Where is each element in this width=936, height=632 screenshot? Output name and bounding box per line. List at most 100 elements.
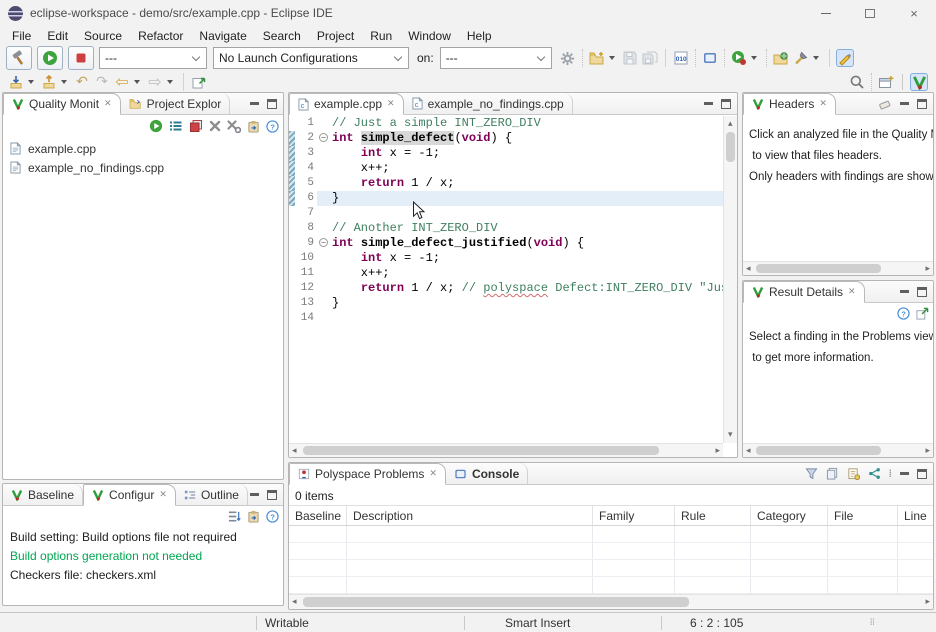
next-annotation-button[interactable] [7,73,25,91]
eraser-icon[interactable] [878,98,892,110]
code-line[interactable]: 1// Just a simple INT_ZERO_DIV [289,116,723,131]
code-line[interactable]: 5 return 1 / x; [289,176,723,191]
filter-icon[interactable] [805,467,818,480]
dropdown-arrow-icon[interactable] [813,56,819,60]
code-line[interactable]: 11 x++; [289,266,723,281]
polyspace-perspective-button[interactable] [910,73,928,91]
search-button[interactable] [848,73,866,91]
menu-item-search[interactable]: Search [255,27,309,45]
stop-button[interactable] [68,46,94,70]
close-icon[interactable]: ✕ [104,99,112,109]
maximize-panel-icon[interactable] [267,490,277,500]
code-line[interactable]: 12 return 1 / x; // polyspace Defect:INT… [289,281,723,296]
tab-baseline[interactable]: Baseline [3,484,83,505]
previous-annotation-button[interactable] [40,73,58,91]
build-button[interactable] [6,46,32,70]
maximize-panel-icon[interactable] [267,99,277,109]
save-all-button[interactable] [641,49,659,67]
scroll-left-icon[interactable]: ◂ [746,444,751,458]
code-area[interactable]: 1// Just a simple INT_ZERO_DIV2−int simp… [289,116,723,443]
code-line[interactable]: 4 x++; [289,161,723,176]
open-in-editor-icon[interactable] [916,307,929,320]
tab-polyspace-problems[interactable]: Polyspace Problems ✕ [289,463,446,485]
delete-icon[interactable] [209,120,221,132]
tab-outline[interactable]: Outline [176,484,248,505]
code-line[interactable]: 7 [289,206,723,221]
column-header-line[interactable]: Line [898,506,933,525]
file-item[interactable]: example.cpp [3,139,283,158]
build-config-combo[interactable]: --- [99,47,207,69]
next-edit-location-icon[interactable]: ↷ [93,73,111,91]
table-row[interactable] [289,543,933,560]
target-combo[interactable]: --- [440,47,552,69]
code-line[interactable]: 10 int x = -1; [289,251,723,266]
code-line[interactable]: 9−int simple_defect_justified(void) { [289,236,723,251]
column-header-category[interactable]: Category [751,506,828,525]
back-history-icon[interactable]: ⇦ [113,73,131,91]
help-icon[interactable]: ? [266,510,279,523]
column-header-file[interactable]: File [828,506,898,525]
share-tree-icon[interactable] [868,467,881,480]
run-history-button[interactable] [730,49,748,67]
table-row[interactable] [289,577,933,594]
column-header-baseline[interactable]: Baseline [289,506,347,525]
table-row[interactable] [289,526,933,543]
close-icon[interactable]: ✕ [159,490,167,500]
dropdown-arrow-icon[interactable] [167,80,173,84]
menu-item-edit[interactable]: Edit [39,27,76,45]
window-close-button[interactable]: × [892,0,936,26]
dropdown-arrow-icon[interactable] [609,56,615,60]
help-icon[interactable]: ? [897,307,910,320]
scrollbar-thumb[interactable] [756,446,881,455]
dropdown-arrow-icon[interactable] [61,80,67,84]
tab-configur[interactable]: Configur ✕ [83,484,176,506]
fold-marker-icon[interactable]: − [317,236,330,251]
open-type-button[interactable] [772,49,790,67]
help-icon[interactable]: ? [266,120,279,133]
result-details-horizontal-scrollbar[interactable]: ◂ ▸ [743,443,933,457]
problems-horizontal-scrollbar[interactable]: ◂ ▸ [289,594,933,609]
profile-tool-button[interactable]: 010 [672,49,690,67]
code-line[interactable]: 2−int simple_defect(void) { [289,131,723,146]
dropdown-arrow-icon[interactable] [751,56,757,60]
export-report-icon[interactable] [247,120,260,133]
run-analysis-button[interactable] [37,46,63,70]
tab-example-no-findings-cpp[interactable]: c example_no_findings.cpp [404,93,573,114]
menu-item-project[interactable]: Project [309,27,362,45]
minimize-panel-icon[interactable] [704,102,713,105]
menu-item-navigate[interactable]: Navigate [191,27,254,45]
editor-vertical-scrollbar[interactable]: ▴ ▾ [723,116,737,443]
link-with-editor-button[interactable] [190,73,208,91]
tab-headers[interactable]: Headers ✕ [743,93,836,115]
tab-example-cpp[interactable]: c example.cpp ✕ [289,93,404,115]
menu-item-source[interactable]: Source [76,27,130,45]
delete-configure-icon[interactable] [227,120,241,133]
copy-icon[interactable] [826,467,839,480]
view-menu-icon[interactable]: ⁞ [889,467,893,481]
scroll-left-icon[interactable]: ◂ [292,595,297,609]
mark-occurrences-button[interactable] [836,49,854,67]
menu-item-file[interactable]: File [4,27,39,45]
new-wizard-button[interactable] [588,49,606,67]
scrollbar-thumb[interactable] [303,446,659,455]
maximize-panel-icon[interactable] [721,99,731,109]
column-header-description[interactable]: Description [347,506,593,525]
minimize-panel-icon[interactable] [900,290,909,293]
column-header-rule[interactable]: Rule [675,506,751,525]
new-review-icon[interactable] [847,467,860,480]
close-icon[interactable]: ✕ [387,99,395,109]
scroll-left-icon[interactable]: ◂ [292,444,297,458]
scrollbar-thumb[interactable] [303,597,689,607]
menu-item-window[interactable]: Window [400,27,459,45]
launch-tool-button[interactable] [792,49,810,67]
open-perspective-button[interactable] [877,73,895,91]
scroll-up-icon[interactable]: ▴ [728,117,733,131]
scroll-right-icon[interactable]: ▸ [925,444,930,458]
dropdown-arrow-icon[interactable] [28,80,34,84]
scrollbar-thumb[interactable] [756,264,881,273]
code-line[interactable]: 3 int x = -1; [289,146,723,161]
column-header-family[interactable]: Family [593,506,675,525]
minimize-panel-icon[interactable] [900,472,909,475]
window-minimize-button[interactable] [804,0,848,26]
minimize-panel-icon[interactable] [250,102,259,105]
